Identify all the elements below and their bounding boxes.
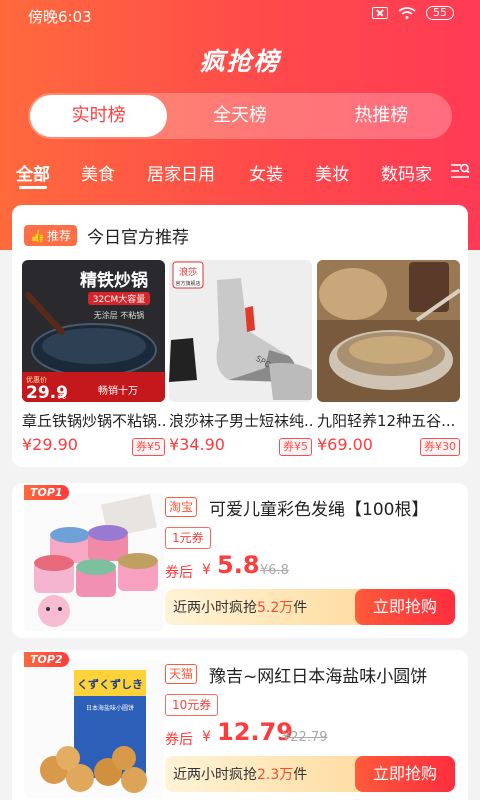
recommend-item-socks[interactable]: 浪莎 官方旗舰店 SPORT 浪莎袜子男士短袜纯... ¥34.90 券¥5: [169, 260, 312, 459]
sold-prefix: 近两小时疯抢: [173, 767, 257, 783]
grains-image: [317, 260, 460, 402]
recommend-header: 👍 推荐 今日官方推荐: [24, 223, 189, 248]
recommend-item-name: 九阳轻养12种五谷...: [317, 412, 456, 430]
original-price: ¥6.8: [260, 563, 289, 578]
recommend-item-price-row: ¥29.90 券¥5: [22, 435, 165, 459]
socks-image: 浪莎 官方旗舰店 SPORT: [169, 260, 312, 402]
product-coupon: 1元券: [165, 527, 211, 549]
category-tab-women[interactable]: 女装: [249, 160, 283, 185]
sold-suffix: 件: [293, 600, 308, 616]
recommend-item-name: 浪莎袜子男士短袜纯...: [169, 412, 312, 430]
recommend-item-price: ¥69.00: [317, 435, 373, 454]
wok-image: 精铁炒锅 32CM大容量 无涂层 不粘锅 优惠价 29.9 元 畅销十万: [22, 260, 165, 402]
tab-hot-recommend[interactable]: 热推榜: [313, 95, 450, 137]
recommend-item-coupon: 券¥5: [132, 438, 165, 456]
recommend-badge: 👍 推荐: [24, 225, 77, 246]
category-tabs: 全部 美食 居家日用 女装 美妆 数码家: [0, 158, 480, 190]
recommend-item-grains[interactable]: 九阳轻养12种五谷... ¥69.00 券¥30: [317, 260, 460, 459]
recommend-item-name: 章丘铁锅炒锅不粘锅...: [22, 412, 165, 430]
product-title: 豫吉~网红日本海盐味小圆饼: [209, 667, 428, 687]
recommend-item-price: ¥34.90: [169, 435, 225, 454]
shop-tag: 淘宝: [165, 497, 198, 517]
wok-image-capacity: 32CM大容量: [93, 293, 146, 305]
after-coupon-price: 5.8: [217, 551, 260, 579]
rank-badge: TOP1: [24, 485, 69, 500]
sold-text: 近两小时疯抢2.3万件: [173, 764, 307, 784]
category-tab-food[interactable]: 美食: [81, 160, 115, 185]
buy-now-button[interactable]: 立即抢购: [355, 756, 455, 792]
wok-image-features: 无涂层 不粘锅: [94, 310, 145, 320]
thumbs-up-icon: 👍: [30, 228, 45, 243]
tab-all-day[interactable]: 全天榜: [171, 95, 308, 137]
status-icons: 55: [372, 6, 454, 20]
recommend-item-coupon: 券¥5: [279, 438, 312, 456]
recommend-item-price-row: ¥34.90 券¥5: [169, 435, 312, 459]
socks-image-store: 官方旗舰店: [175, 280, 200, 287]
tab-realtime[interactable]: 实时榜: [30, 95, 168, 137]
sold-suffix: 件: [293, 767, 308, 783]
sold-text: 近两小时疯抢5.2万件: [173, 597, 307, 617]
price-currency: ¥: [202, 729, 211, 745]
sold-count: 2.3万: [257, 767, 294, 783]
wok-image-price-unit: 元: [58, 391, 66, 400]
recommend-item-coupon: 券¥30: [420, 438, 460, 456]
no-sim-icon: [372, 7, 388, 19]
buy-now-button[interactable]: 立即抢购: [355, 589, 455, 625]
shop-tag: 天猫: [165, 664, 198, 684]
after-coupon-label: 券后: [165, 732, 193, 748]
rank-badge: TOP2: [24, 652, 69, 667]
wok-image-title: 精铁炒锅: [80, 270, 148, 291]
product-title: 可爱儿童彩色发绳【100根】: [209, 500, 429, 520]
crackers-image-subtitle: 日本海盐味小圆饼: [86, 704, 134, 712]
hair-ties-image: [24, 493, 164, 631]
active-tab-indicator: [19, 186, 47, 189]
sold-progress-bar: 近两小时疯抢5.2万件 立即抢购: [165, 589, 455, 625]
after-coupon-label: 券后: [165, 565, 193, 581]
price-currency: ¥: [202, 562, 211, 578]
status-time: 傍晚6:03: [28, 8, 92, 26]
original-price: ¥22.79: [282, 730, 328, 745]
sold-count: 5.2万: [257, 600, 294, 616]
product-card-hair-ties[interactable]: TOP1 淘宝 可爱儿童彩色发绳【100根】 1元券 券后 ¥ 5.8 ¥6.8…: [12, 483, 468, 638]
app-title: 疯抢榜: [199, 47, 281, 76]
category-menu-icon[interactable]: [450, 162, 470, 180]
category-tab-home[interactable]: 居家日用: [147, 160, 215, 185]
wifi-icon: [398, 7, 416, 19]
socks-image-brand: 浪莎: [179, 266, 197, 278]
crackers-image: くずくずしき 日本海盐味小圆饼: [24, 660, 164, 798]
recommend-item-wok[interactable]: 精铁炒锅 32CM大容量 无涂层 不粘锅 优惠价 29.9 元 畅销十万 章丘铁…: [22, 260, 165, 459]
official-recommend-card: 👍 推荐 今日官方推荐 精铁炒锅 32CM大容量 无涂层 不粘锅 优惠价 29.…: [12, 205, 468, 467]
wok-image-tag: 畅销十万: [98, 384, 138, 397]
category-tab-all[interactable]: 全部: [16, 160, 50, 185]
sold-prefix: 近两小时疯抢: [173, 600, 257, 616]
sold-progress-bar: 近两小时疯抢2.3万件 立即抢购: [165, 756, 455, 792]
status-bar: 傍晚6:03 55: [0, 0, 480, 30]
category-tab-beauty[interactable]: 美妆: [315, 160, 349, 185]
product-card-crackers[interactable]: くずくずしき 日本海盐味小圆饼 TOP2 天猫 豫吉~网红日本海盐味小圆饼 10…: [12, 650, 468, 800]
recommend-item-price-row: ¥69.00 券¥30: [317, 435, 460, 459]
ranking-segment-control: 实时榜 全天榜 热推榜: [28, 93, 452, 139]
crackers-image-title: くずくずしき: [77, 677, 143, 691]
recommend-badge-label: 推荐: [46, 229, 71, 243]
recommend-title: 今日官方推荐: [86, 228, 189, 248]
category-tab-digital[interactable]: 数码家: [381, 160, 432, 185]
recommend-item-price: ¥29.90: [22, 435, 78, 454]
battery-indicator: 55: [426, 6, 454, 20]
product-coupon: 10元券: [165, 694, 219, 716]
